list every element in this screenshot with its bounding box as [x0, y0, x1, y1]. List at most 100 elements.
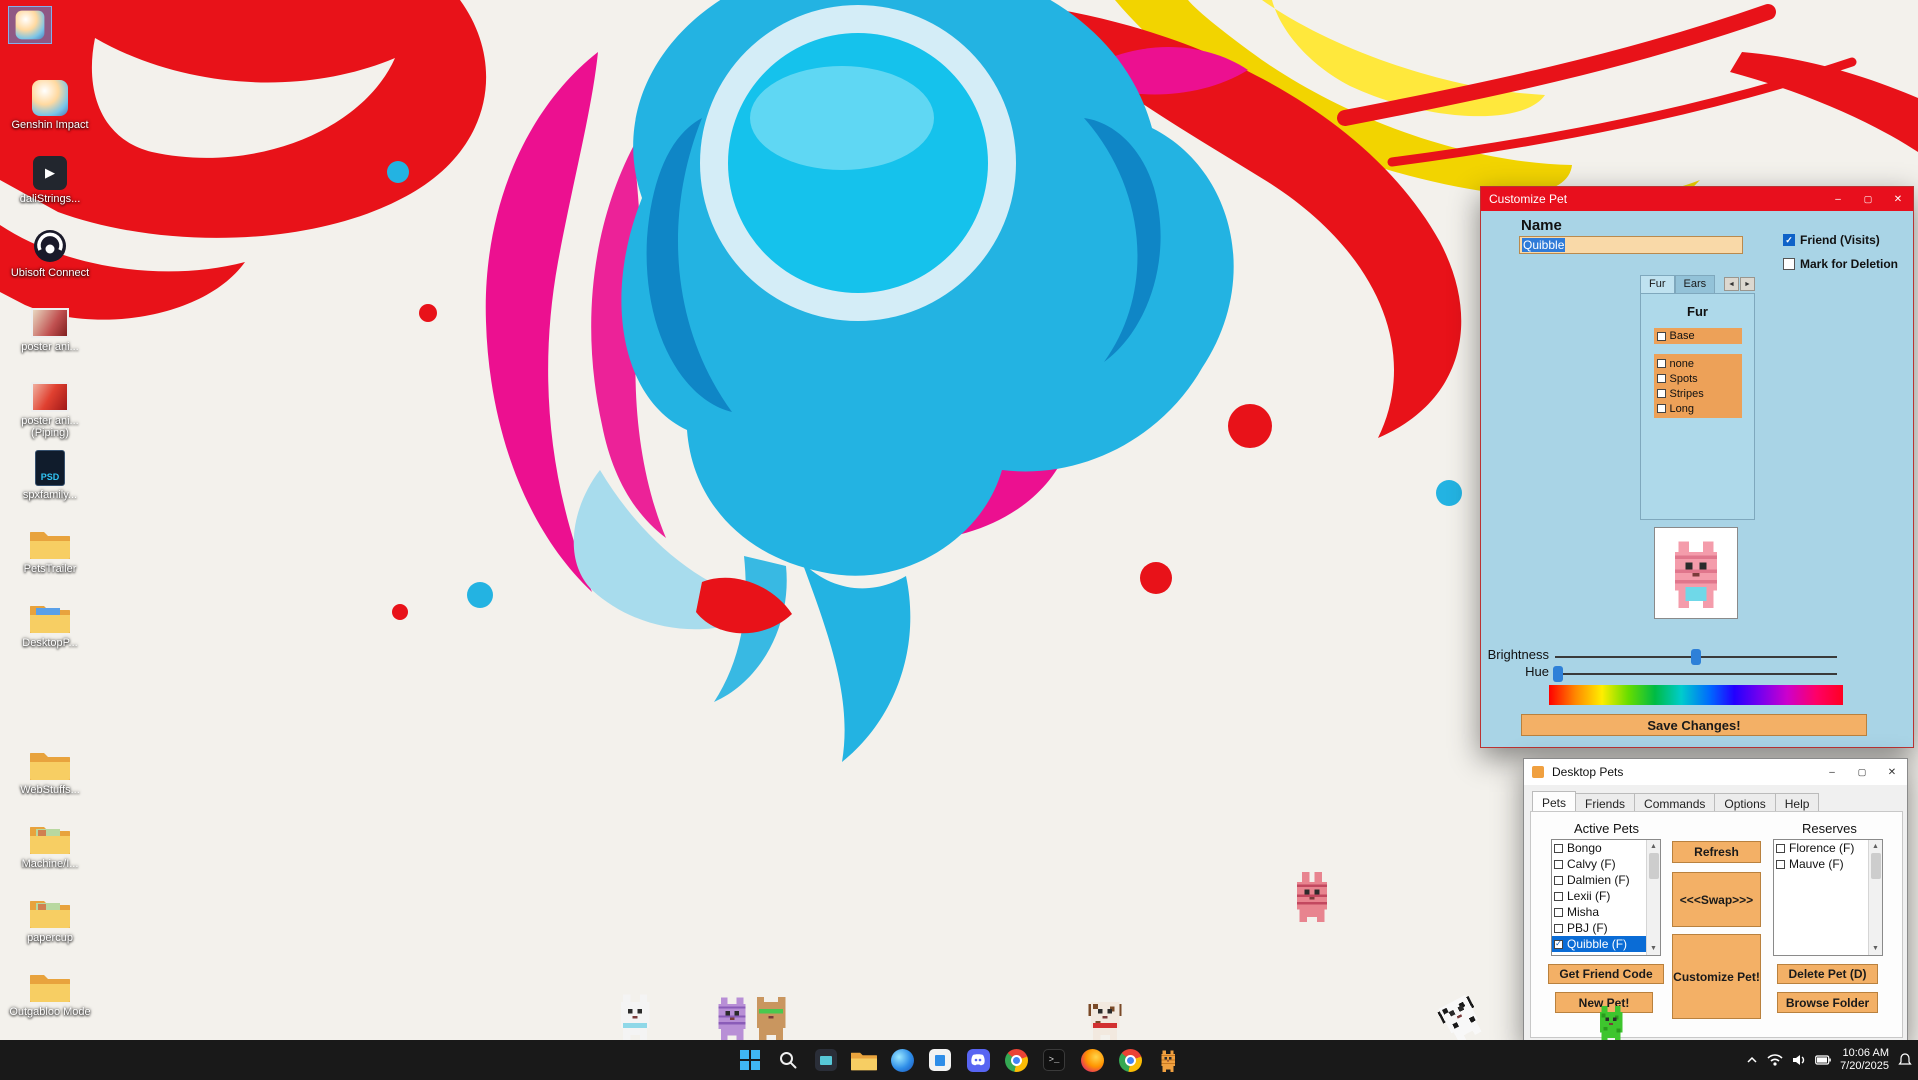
chrome-2-icon[interactable] — [1113, 1043, 1147, 1077]
scroll-thumb[interactable] — [1871, 853, 1881, 879]
fur-option-stripes[interactable]: Stripes — [1657, 386, 1739, 401]
search-icon[interactable] — [771, 1043, 805, 1077]
desktop-icon-poster-ani-piping[interactable]: poster ani... (Piping) — [4, 374, 96, 446]
desktop-icon-dalistrings[interactable]: ▶daliStrings... — [4, 152, 96, 224]
checkbox-box[interactable] — [1657, 389, 1666, 398]
scroll-down-icon[interactable] — [1647, 942, 1661, 955]
fur-option-spots[interactable]: Spots — [1657, 371, 1739, 386]
checkbox-box[interactable] — [1657, 332, 1666, 341]
chevron-up-icon[interactable] — [1746, 1054, 1758, 1066]
checkbox-box[interactable] — [1657, 359, 1666, 368]
pets-app-icon[interactable] — [1151, 1043, 1185, 1077]
swap-button[interactable]: <<<Swap>>> — [1672, 872, 1761, 927]
active-pet-quibble-f[interactable]: Quibble (F) — [1552, 936, 1646, 952]
desktop-icon-papercup[interactable]: papercup — [4, 891, 96, 963]
start-icon[interactable] — [733, 1043, 767, 1077]
customize-pet-button[interactable]: Customize Pet! — [1672, 934, 1761, 1019]
store-icon[interactable] — [923, 1043, 957, 1077]
checkbox-box[interactable] — [1554, 860, 1563, 869]
active-pet-misha[interactable]: Misha — [1552, 904, 1646, 920]
scrollbar[interactable] — [1868, 840, 1882, 955]
desktop-icon-outgabloo-mode[interactable]: Outgabloo Mode — [4, 965, 96, 1037]
notification-bell-icon[interactable] — [1898, 1053, 1912, 1067]
fur-option-long[interactable]: Long — [1657, 401, 1739, 416]
pet-name-input[interactable]: Quibble — [1519, 236, 1743, 254]
desktop-icon-spxfamily[interactable]: PSDspxfamily... — [4, 448, 96, 520]
task-view-icon[interactable] — [809, 1043, 843, 1077]
checkbox-box[interactable] — [1554, 892, 1563, 901]
terminal-icon[interactable]: >_ — [1037, 1043, 1071, 1077]
active-pet-lexii-f[interactable]: Lexii (F) — [1552, 888, 1646, 904]
desktop-pet-brown-bear[interactable] — [752, 992, 790, 1045]
battery-icon[interactable] — [1815, 1055, 1831, 1065]
selected-desktop-icon[interactable] — [8, 6, 52, 44]
minimize-button[interactable] — [1817, 759, 1847, 785]
desktop-icon-genshin-impact[interactable]: Genshin Impact — [4, 78, 96, 150]
wifi-icon[interactable] — [1767, 1054, 1783, 1066]
customize-pet-titlebar[interactable]: Customize Pet — [1481, 187, 1913, 211]
desktop-pets-titlebar[interactable]: Desktop Pets — [1524, 759, 1907, 785]
reserve-pet-florence-f[interactable]: Florence (F) — [1774, 840, 1868, 856]
checkbox-box[interactable] — [1776, 844, 1785, 853]
desktop-icon-poster-ani[interactable]: poster ani... — [4, 300, 96, 372]
tab-scroll-right-icon[interactable] — [1740, 277, 1755, 291]
maximize-button[interactable] — [1853, 187, 1883, 211]
hue-slider[interactable] — [1555, 666, 1837, 682]
desktop-icon-petstrailer[interactable]: PetsTrailer — [4, 522, 96, 594]
active-pet-pbj-f[interactable]: PBJ (F) — [1552, 920, 1646, 936]
scroll-thumb[interactable] — [1649, 853, 1659, 879]
checkbox-box[interactable] — [1554, 844, 1563, 853]
tab-ears[interactable]: Ears — [1675, 275, 1716, 293]
checkbox-box[interactable] — [1783, 258, 1795, 270]
desktop-pet-pink-bunny[interactable] — [1292, 872, 1332, 927]
scroll-down-icon[interactable] — [1869, 942, 1883, 955]
active-pet-calvy-f[interactable]: Calvy (F) — [1552, 856, 1646, 872]
taskbar-clock[interactable]: 10:06 AM 7/20/2025 — [1840, 1047, 1889, 1073]
checkbox-box[interactable] — [1554, 876, 1563, 885]
close-button[interactable] — [1883, 187, 1913, 211]
reserves-list[interactable]: Florence (F)Mauve (F) — [1773, 839, 1883, 956]
checkbox-box[interactable] — [1776, 860, 1785, 869]
desktop-pet-spotted-dog[interactable] — [1086, 992, 1124, 1045]
checkbox-box[interactable] — [1657, 374, 1666, 383]
active-pet-dalmien-f[interactable]: Dalmien (F) — [1552, 872, 1646, 888]
save-changes-button[interactable]: Save Changes! — [1521, 714, 1867, 736]
active-pet-bongo[interactable]: Bongo — [1552, 840, 1646, 856]
maximize-button[interactable] — [1847, 759, 1877, 785]
desktop-pet-purple-cat[interactable] — [714, 995, 750, 1045]
desktop-icon-machine-i[interactable]: Machine/I... — [4, 817, 96, 889]
slider-thumb[interactable] — [1691, 649, 1701, 665]
get-friend-code-button[interactable]: Get Friend Code — [1548, 964, 1664, 984]
reserve-pet-mauve-f[interactable]: Mauve (F) — [1774, 856, 1868, 872]
checkbox-box[interactable] — [1783, 234, 1795, 246]
friend-visits-checkbox[interactable]: Friend (Visits) — [1783, 233, 1880, 247]
fur-option-none[interactable]: none — [1657, 356, 1739, 371]
fur-option-base[interactable]: Base — [1654, 328, 1742, 344]
tab-fur[interactable]: Fur — [1640, 275, 1675, 293]
checkbox-box[interactable] — [1657, 404, 1666, 413]
minimize-button[interactable] — [1823, 187, 1853, 211]
scrollbar[interactable] — [1646, 840, 1660, 955]
desktop-icon-webstuffs[interactable]: WebStuffs... — [4, 743, 96, 815]
checkbox-box[interactable] — [1554, 940, 1563, 949]
close-button[interactable] — [1877, 759, 1907, 785]
browse-folder-button[interactable]: Browse Folder — [1777, 992, 1878, 1013]
active-pets-list[interactable]: BongoCalvy (F)Dalmien (F)Lexii (F)MishaP… — [1551, 839, 1661, 956]
mark-for-deletion-checkbox[interactable]: Mark for Deletion — [1783, 257, 1898, 271]
scroll-up-icon[interactable] — [1869, 840, 1883, 853]
volume-icon[interactable] — [1792, 1054, 1806, 1066]
scroll-up-icon[interactable] — [1647, 840, 1661, 853]
desktop-pet-white-cat[interactable] — [616, 992, 654, 1045]
edge-icon[interactable] — [885, 1043, 919, 1077]
file-explorer-icon[interactable] — [847, 1043, 881, 1077]
slider-thumb[interactable] — [1553, 666, 1563, 682]
brightness-slider[interactable] — [1555, 649, 1837, 665]
checkbox-box[interactable] — [1554, 908, 1563, 917]
tab-scroll-left-icon[interactable] — [1724, 277, 1739, 291]
chrome-icon[interactable] — [999, 1043, 1033, 1077]
checkbox-box[interactable] — [1554, 924, 1563, 933]
discord-icon[interactable] — [961, 1043, 995, 1077]
desktop-icon-desktopp[interactable]: DesktopP... — [4, 596, 96, 668]
firefox-icon[interactable] — [1075, 1043, 1109, 1077]
refresh-button[interactable]: Refresh — [1672, 841, 1761, 863]
